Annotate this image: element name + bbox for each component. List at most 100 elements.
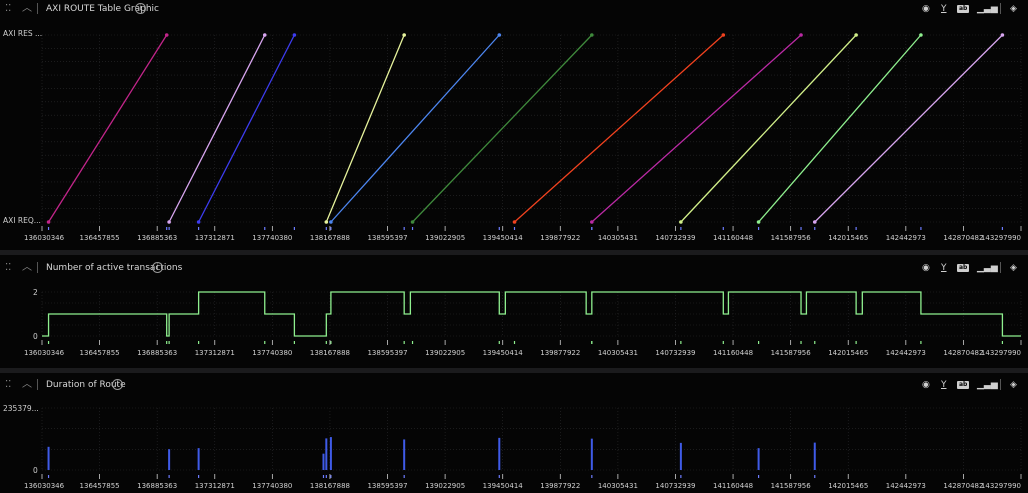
x-tick-label: 136457855	[80, 234, 120, 242]
panel-route-table: ⁚⁚ ︿ AXI ROUTE Table Graphic i ◉ Y ab ▁▃…	[0, 0, 1028, 250]
x-tick-label: 142015465	[828, 482, 868, 490]
event-marker	[800, 341, 802, 344]
bar-chart-icon[interactable]: ▁▃▅	[977, 3, 998, 15]
route-line	[591, 34, 802, 223]
format-icon[interactable]: ab	[957, 381, 970, 389]
x-tick-label: 137740380	[252, 349, 292, 357]
event-marker	[166, 341, 168, 344]
response-point	[854, 33, 858, 37]
panel-header: ⁚⁚ ︿ Number of active transactions i ◉ Y…	[0, 259, 1028, 277]
layers-icon[interactable]: ◈	[1010, 262, 1017, 274]
request-point	[410, 220, 415, 224]
drag-handle-icon[interactable]: ⁚⁚	[5, 2, 11, 16]
bar-chart-icon[interactable]: ▁▃▅	[977, 262, 998, 274]
route-line	[514, 34, 724, 223]
x-tick-label: 139450414	[483, 349, 524, 357]
info-icon[interactable]: i	[135, 3, 146, 14]
y-top-label: 235379...	[3, 404, 39, 413]
event-marker	[198, 227, 200, 230]
duration-bar	[403, 439, 406, 470]
drag-handle-icon[interactable]: ⁚⁚	[5, 261, 11, 275]
info-icon[interactable]: i	[112, 379, 123, 390]
event-marker	[411, 341, 414, 344]
x-tick-label: 138595397	[367, 482, 407, 490]
header-separator	[37, 3, 38, 14]
x-tick-label: 137312871	[195, 234, 235, 242]
response-point	[292, 33, 297, 37]
y-filter-button[interactable]: Y	[941, 262, 947, 274]
event-marker	[498, 341, 500, 344]
event-marker	[168, 341, 170, 344]
drag-handle-icon[interactable]: ⁚⁚	[5, 378, 11, 392]
x-tick-label: 136457855	[80, 482, 120, 490]
event-marker	[855, 341, 857, 344]
format-icon[interactable]: ab	[957, 5, 970, 13]
panel-route-duration: ⁚⁚ ︿ Duration of Route i ◉ Y ab ▁▃▅ ◈ 23…	[0, 373, 1028, 493]
event-marker	[264, 341, 266, 344]
event-marker	[680, 341, 682, 344]
x-tick-label: 138167888	[310, 349, 350, 357]
x-tick-label: 136030346	[24, 349, 65, 357]
duration-bar	[813, 442, 816, 470]
x-tick-label: 140732939	[655, 482, 695, 490]
request-point	[679, 220, 683, 224]
duration-bar	[325, 438, 328, 470]
collapse-chevron-icon[interactable]: ︿	[22, 2, 32, 16]
route-line	[198, 34, 295, 223]
x-tick-label: 140732939	[655, 234, 695, 242]
header-separator	[37, 379, 38, 390]
x-tick-label: 137312871	[195, 482, 235, 490]
info-icon[interactable]: i	[152, 262, 163, 273]
x-tick-label: 139022905	[425, 349, 465, 357]
y-top-label: AXI RES ...	[3, 29, 42, 38]
x-tick-label: 136885363	[137, 234, 177, 242]
x-tick-label: 142015465	[828, 234, 868, 242]
route-line	[758, 34, 922, 223]
collapse-chevron-icon[interactable]: ︿	[22, 261, 32, 275]
collapse-chevron-icon[interactable]: ︿	[22, 378, 32, 392]
event-marker	[325, 341, 327, 344]
event-marker	[168, 227, 170, 230]
x-tick-label: 138167888	[310, 234, 350, 242]
event-marker	[1001, 227, 1004, 230]
event-marker	[47, 475, 50, 478]
x-tick-label: 141160448	[713, 482, 753, 490]
y-bottom-label: 0	[33, 332, 38, 341]
event-marker	[814, 341, 816, 344]
event-marker	[1001, 341, 1004, 344]
route-line	[325, 34, 405, 223]
format-icon[interactable]: ab	[957, 264, 970, 272]
y-filter-button[interactable]: Y	[941, 3, 947, 15]
event-marker	[757, 341, 760, 344]
event-marker	[322, 475, 325, 478]
event-marker	[498, 227, 500, 230]
panel-active-transactions: ⁚⁚ ︿ Number of active transactions i ◉ Y…	[0, 255, 1028, 368]
response-point	[1000, 33, 1005, 37]
event-marker	[814, 475, 816, 478]
request-point	[756, 220, 761, 224]
response-point	[262, 33, 267, 37]
x-tick-label: 141587956	[771, 234, 812, 242]
x-tick-label: 141587956	[771, 482, 812, 490]
x-tick-label: 142015465	[828, 349, 868, 357]
y-filter-button[interactable]: Y	[941, 379, 947, 391]
request-point	[46, 220, 51, 224]
response-point	[590, 33, 594, 37]
active-transactions-chart: 2 0 136030346 136457855 136885363 137312871…	[24, 288, 1022, 357]
x-tick-label: 142442973	[886, 482, 926, 490]
event-marker	[168, 475, 170, 478]
eye-icon[interactable]: ◉	[922, 262, 930, 274]
event-marker	[591, 341, 593, 344]
request-point	[324, 220, 329, 224]
event-marker	[198, 341, 200, 344]
eye-icon[interactable]: ◉	[922, 379, 930, 391]
route-duration-chart: 235379... 0 136030346 136457855 136885363 1…	[3, 404, 1022, 490]
eye-icon[interactable]: ◉	[922, 3, 930, 15]
event-marker	[591, 475, 593, 478]
bar-chart-icon[interactable]: ▁▃▅	[977, 379, 998, 391]
layers-icon[interactable]: ◈	[1010, 379, 1017, 391]
panel-header: ⁚⁚ ︿ AXI ROUTE Table Graphic i ◉ Y ab ▁▃…	[0, 0, 1028, 18]
request-point	[167, 220, 171, 224]
layers-icon[interactable]: ◈	[1010, 3, 1017, 15]
event-marker	[198, 475, 200, 478]
